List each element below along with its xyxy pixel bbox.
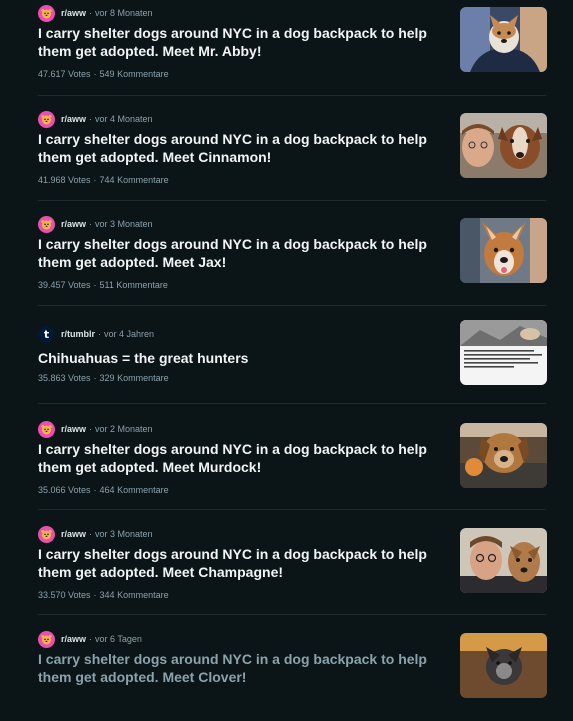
divider	[38, 95, 546, 96]
post-card[interactable]: r/aww · vor 6 Tagen I carry shelter dogs…	[0, 626, 573, 721]
post-card[interactable]: r/aww · vor 3 Monaten I carry shelter do…	[0, 521, 573, 616]
post-time: vor 4 Monaten	[95, 114, 153, 124]
post-stats: 41.968 Votes · 744 Kommentare	[38, 175, 169, 185]
separator: ·	[93, 280, 97, 290]
vote-count: 35.066 Votes	[38, 485, 91, 495]
post-thumbnail[interactable]	[460, 218, 547, 283]
subreddit-link[interactable]: r/aww	[61, 634, 86, 644]
post-thumbnail[interactable]	[460, 423, 547, 488]
separator: ·	[93, 175, 97, 185]
post-stats: 39.457 Votes · 511 Kommentare	[38, 280, 168, 290]
post-time: vor 3 Monaten	[95, 219, 153, 229]
separator: ·	[89, 8, 93, 18]
post-stats: 33.570 Votes · 344 Kommentare	[38, 590, 169, 600]
separator: ·	[98, 329, 102, 339]
divider	[38, 200, 546, 201]
post-thumbnail[interactable]	[460, 113, 547, 178]
post-card[interactable]: r/aww · vor 8 Monaten I carry shelter do…	[0, 0, 573, 95]
post-meta: r/aww · vor 2 Monaten	[38, 420, 153, 438]
post-title[interactable]: Chihuahuas = the great hunters	[38, 349, 450, 367]
post-stats: 35.066 Votes · 464 Kommentare	[38, 485, 169, 495]
post-meta: r/aww · vor 4 Monaten	[38, 110, 153, 128]
post-card[interactable]: r/aww · vor 2 Monaten I carry shelter do…	[0, 416, 573, 511]
divider	[38, 403, 546, 404]
vote-count: 39.457 Votes	[38, 280, 91, 290]
comment-count[interactable]: 464 Kommentare	[100, 485, 169, 495]
separator: ·	[89, 529, 93, 539]
aww-icon[interactable]	[38, 110, 55, 128]
post-thumbnail[interactable]	[460, 528, 547, 593]
post-title[interactable]: I carry shelter dogs around NYC in a dog…	[38, 24, 450, 60]
aww-icon[interactable]	[38, 4, 55, 22]
post-stats: 47.617 Votes · 549 Kommentare	[38, 69, 169, 79]
separator: ·	[93, 590, 97, 600]
comment-count[interactable]: 549 Kommentare	[100, 69, 169, 79]
search-results-feed: r/aww · vor 8 Monaten I carry shelter do…	[0, 0, 573, 698]
subreddit-link[interactable]: r/aww	[61, 529, 86, 539]
post-time: vor 3 Monaten	[95, 529, 153, 539]
post-time: vor 6 Tagen	[95, 634, 142, 644]
aww-icon[interactable]	[38, 420, 55, 438]
separator: ·	[93, 373, 97, 383]
post-title[interactable]: I carry shelter dogs around NYC in a dog…	[38, 650, 450, 686]
post-title[interactable]: I carry shelter dogs around NYC in a dog…	[38, 235, 450, 271]
separator: ·	[89, 424, 93, 434]
tumblr-icon[interactable]: t	[38, 325, 55, 343]
comment-count[interactable]: 344 Kommentare	[100, 590, 169, 600]
subreddit-link[interactable]: r/tumblr	[61, 329, 95, 339]
post-time: vor 4 Jahren	[104, 329, 155, 339]
aww-icon[interactable]	[38, 630, 55, 648]
comment-count[interactable]: 329 Kommentare	[100, 373, 169, 383]
separator: ·	[89, 219, 93, 229]
aww-icon[interactable]	[38, 525, 55, 543]
post-time: vor 2 Monaten	[95, 424, 153, 434]
post-stats: 35.863 Votes · 329 Kommentare	[38, 373, 169, 383]
post-title[interactable]: I carry shelter dogs around NYC in a dog…	[38, 545, 450, 581]
divider	[38, 614, 546, 615]
comment-count[interactable]: 744 Kommentare	[100, 175, 169, 185]
post-meta: r/aww · vor 6 Tagen	[38, 630, 142, 648]
post-title[interactable]: I carry shelter dogs around NYC in a dog…	[38, 440, 450, 476]
post-meta: r/aww · vor 8 Monaten	[38, 4, 153, 22]
post-thumbnail[interactable]	[460, 633, 547, 698]
vote-count: 33.570 Votes	[38, 590, 91, 600]
post-meta: t r/tumblr · vor 4 Jahren	[38, 325, 154, 343]
vote-count: 35.863 Votes	[38, 373, 91, 383]
aww-icon[interactable]	[38, 215, 55, 233]
post-thumbnail[interactable]	[460, 320, 547, 385]
post-thumbnail[interactable]	[460, 7, 547, 72]
separator: ·	[93, 485, 97, 495]
separator: ·	[89, 634, 93, 644]
vote-count: 47.617 Votes	[38, 69, 91, 79]
comment-count[interactable]: 511 Kommentare	[100, 280, 168, 290]
subreddit-link[interactable]: r/aww	[61, 114, 86, 124]
post-card[interactable]: r/aww · vor 4 Monaten I carry shelter do…	[0, 106, 573, 201]
divider	[38, 509, 546, 510]
divider	[38, 305, 546, 306]
subreddit-link[interactable]: r/aww	[61, 424, 86, 434]
post-card[interactable]: r/aww · vor 3 Monaten I carry shelter do…	[0, 211, 573, 306]
post-meta: r/aww · vor 3 Monaten	[38, 525, 153, 543]
vote-count: 41.968 Votes	[38, 175, 91, 185]
subreddit-link[interactable]: r/aww	[61, 219, 86, 229]
post-title[interactable]: I carry shelter dogs around NYC in a dog…	[38, 130, 450, 166]
post-time: vor 8 Monaten	[95, 8, 153, 18]
separator: ·	[93, 69, 97, 79]
separator: ·	[89, 114, 93, 124]
post-meta: r/aww · vor 3 Monaten	[38, 215, 153, 233]
subreddit-link[interactable]: r/aww	[61, 8, 86, 18]
post-card[interactable]: t r/tumblr · vor 4 Jahren Chihuahuas = t…	[0, 316, 573, 404]
